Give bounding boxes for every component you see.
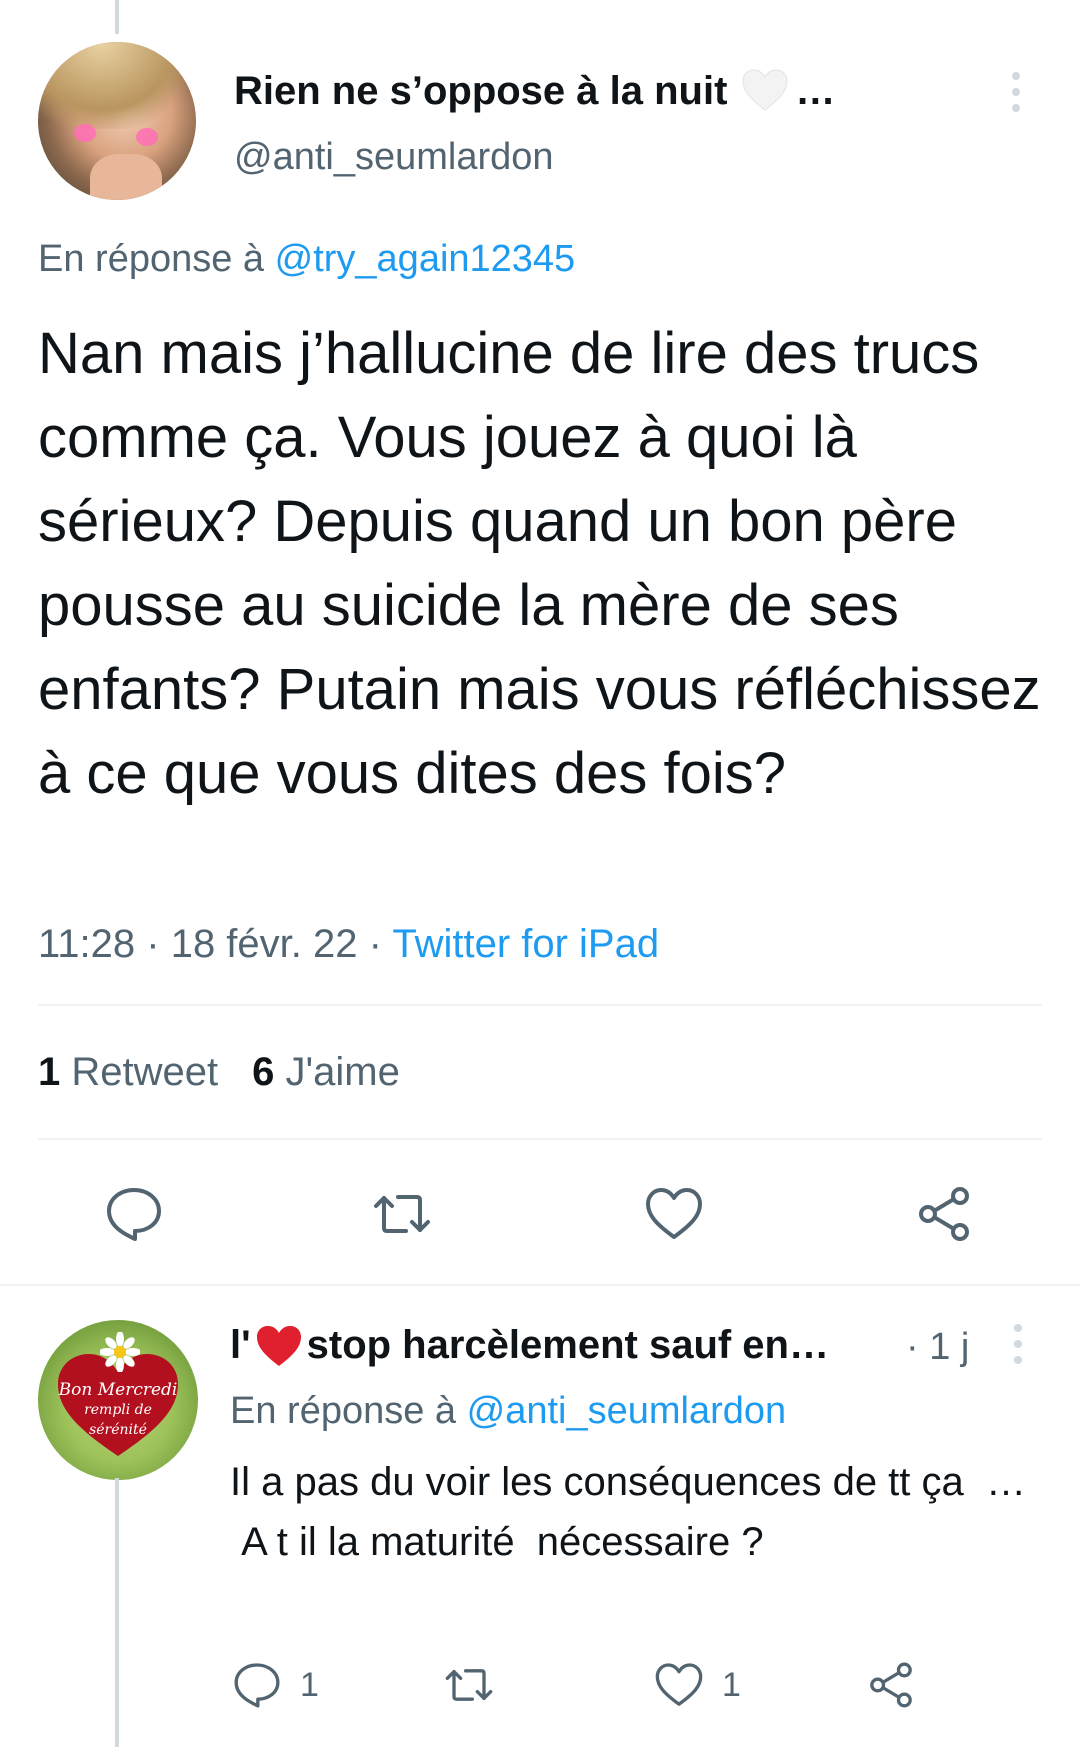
thread-line: [115, 1478, 119, 1747]
meta-separator: ·: [368, 922, 393, 966]
share-icon[interactable]: [914, 1184, 974, 1244]
author-handle[interactable]: @anti_seumlardon: [234, 136, 554, 179]
reply-author-name[interactable]: l' stop harcèlement sauf en…: [230, 1323, 829, 1368]
retweet-label: Retweet: [71, 1050, 219, 1094]
divider: [38, 1004, 1042, 1006]
avatar-hair: [38, 42, 196, 129]
reply-icon[interactable]: [104, 1184, 164, 1244]
reply-share-action[interactable]: [866, 1660, 916, 1710]
like-label: J'aime: [285, 1050, 400, 1094]
reply-author-name-text: stop harcèlement sauf en…: [306, 1323, 829, 1367]
author-avatar[interactable]: [38, 42, 196, 200]
avatar-heart-sticker: [74, 124, 96, 142]
avatar-text: Bon Mercredi rempli de sérénité: [52, 1380, 184, 1440]
reply-time[interactable]: · 1 j: [906, 1326, 969, 1369]
reply-like-action[interactable]: 1: [654, 1660, 741, 1710]
retweet-count: 1: [38, 1050, 61, 1094]
reply-reply-action[interactable]: 1: [232, 1660, 319, 1710]
reply-context: En réponse à @anti_seumlardon: [230, 1390, 786, 1433]
reply-prefix: En réponse à: [38, 238, 265, 280]
reply-author-prefix: l': [230, 1323, 251, 1367]
avatar-heart-sticker: [136, 128, 158, 146]
reply-like-count: 1: [722, 1665, 741, 1704]
retweet-icon: [445, 1669, 493, 1701]
meta-separator: ·: [146, 922, 171, 966]
reply-icon: [234, 1663, 280, 1708]
reply-author-avatar[interactable]: Bon Mercredi rempli de sérénité: [38, 1320, 198, 1480]
like-icon[interactable]: [644, 1184, 704, 1244]
thread-separator: [0, 1284, 1080, 1286]
author-name[interactable]: Rien ne s’oppose à la nuit …: [234, 68, 835, 114]
thread-line: [115, 0, 119, 34]
author-name-ellipsis: …: [795, 68, 836, 113]
white-heart-emoji: [742, 69, 788, 111]
retweet-icon[interactable]: [372, 1184, 432, 1244]
avatar-hand: [90, 154, 162, 200]
avatar-daisy: [100, 1332, 140, 1372]
like-stat[interactable]: 6 J'aime: [252, 1050, 400, 1094]
avatar-text-line: rempli de: [84, 1402, 152, 1418]
reply-to-link[interactable]: @try_again12345: [275, 238, 576, 280]
avatar-text-line: Bon Mercredi: [58, 1380, 178, 1400]
like-count: 6: [252, 1050, 275, 1094]
avatar-text-line: sérénité: [89, 1422, 147, 1438]
divider: [38, 1138, 1042, 1140]
more-vertical-icon[interactable]: [1006, 70, 1026, 114]
reply-prefix: En réponse à: [230, 1390, 457, 1432]
tweet-date[interactable]: 18 févr. 22: [171, 922, 358, 966]
like-icon: [655, 1663, 703, 1706]
share-icon: [870, 1662, 912, 1708]
tweet-time[interactable]: 11:28: [38, 922, 135, 966]
tweet-stats: 1 Retweet 6 J'aime: [38, 1050, 400, 1095]
reply-to-link[interactable]: @anti_seumlardon: [467, 1390, 787, 1432]
reply-context: En réponse à @try_again12345: [38, 238, 575, 281]
red-heart-emoji: [256, 1325, 301, 1366]
author-name-text: Rien ne s’oppose à la nuit: [234, 68, 728, 113]
tweet-text: Nan mais j’hallucine de lire des trucs c…: [38, 321, 1041, 806]
reply-retweet-action[interactable]: [444, 1660, 494, 1710]
retweet-stat[interactable]: 1 Retweet: [38, 1050, 218, 1094]
reply-count: 1: [300, 1665, 319, 1704]
tweet-meta: 11:28 · 18 févr. 22 · Twitter for iPad: [38, 922, 659, 967]
tweet-source[interactable]: Twitter for iPad: [392, 922, 659, 966]
reply-text: Il a pas du voir les conséquences de tt …: [230, 1460, 1026, 1564]
more-vertical-icon[interactable]: [1008, 1322, 1028, 1366]
